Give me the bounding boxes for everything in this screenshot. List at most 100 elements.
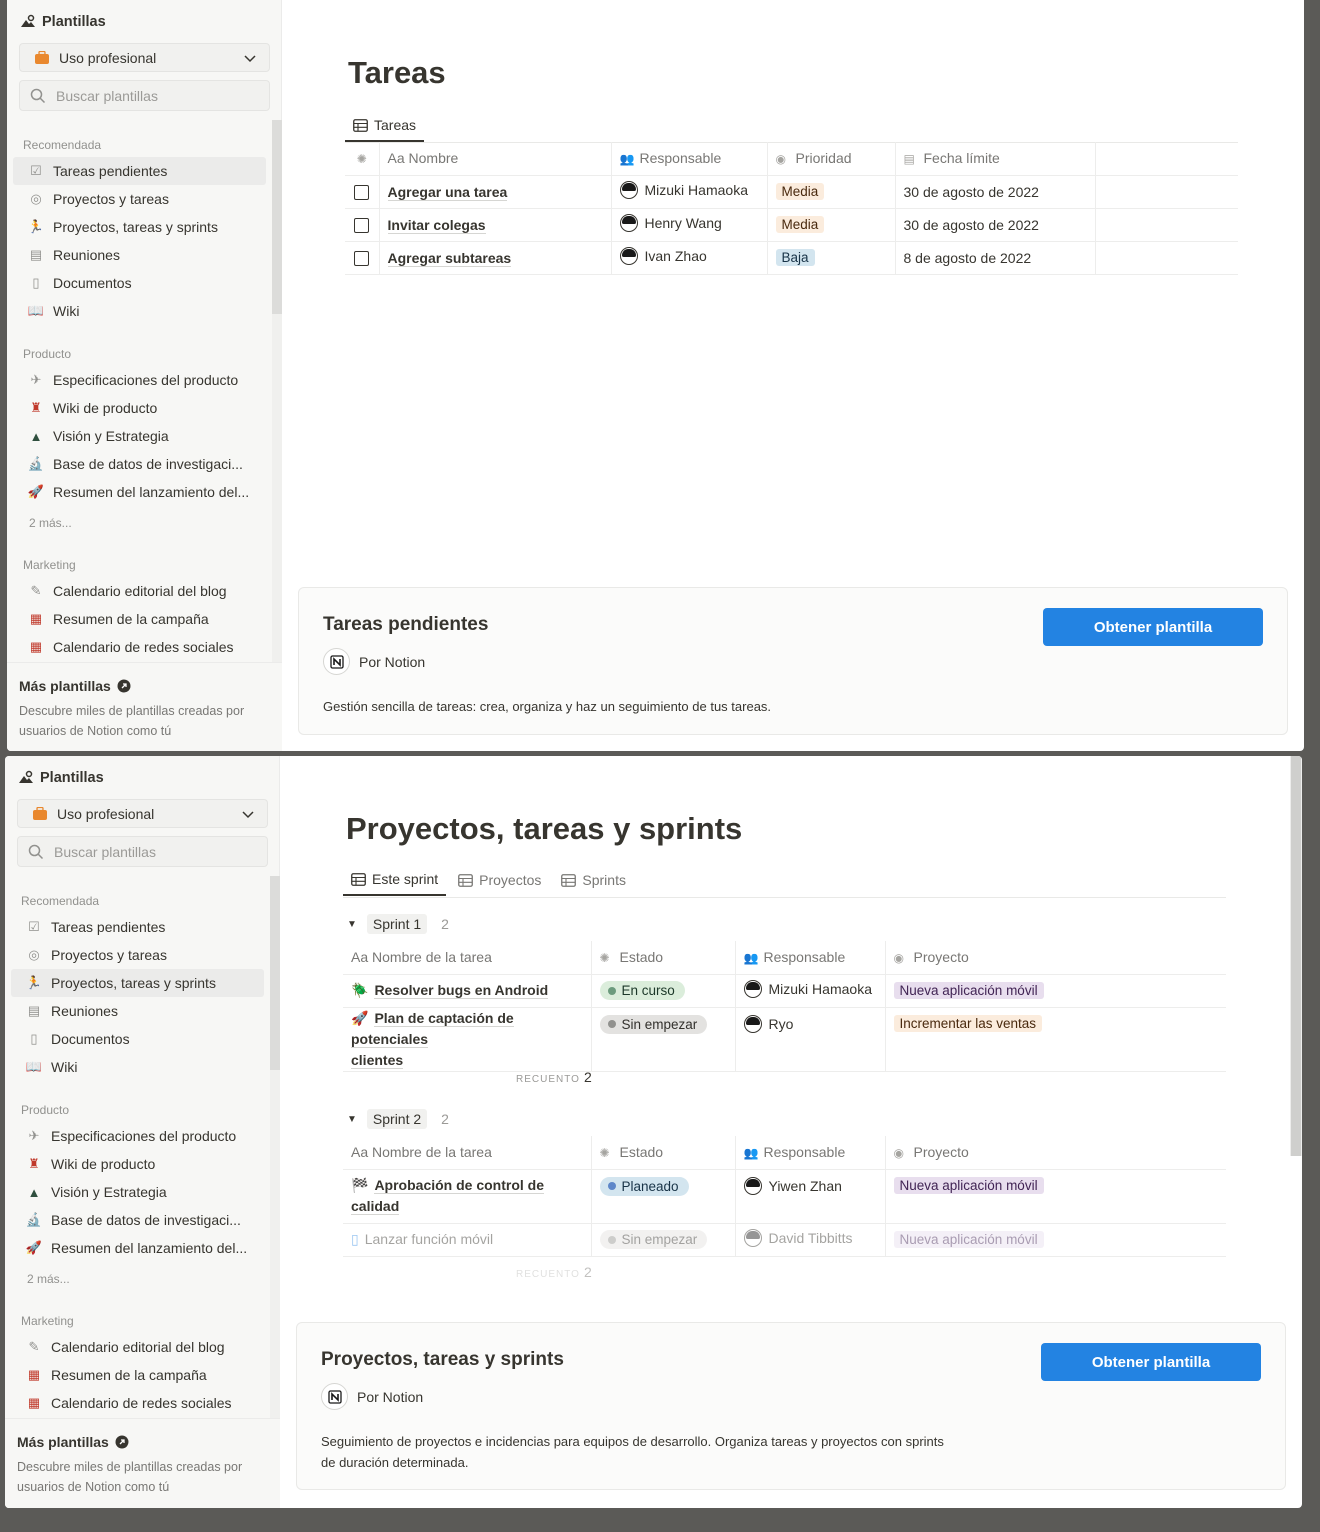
col-person-header[interactable]: 👥 Responsable [735, 941, 886, 975]
row-name[interactable]: 🏁 Aprobación de control de calidad [343, 1169, 592, 1224]
table-row[interactable]: 🚀 Plan de captación de potenciales cliente… [343, 1007, 1226, 1072]
table-row[interactable]: ▯ Lanzar función móvil Sin empezar David … [343, 1223, 1226, 1257]
row-status[interactable]: Sin empezar [591, 1223, 736, 1257]
search-input[interactable]: Buscar plantillas [19, 80, 270, 111]
row-project[interactable]: Nueva aplicación móvil [885, 974, 1226, 1008]
table-row[interactable]: 🏁 Aprobación de control de calidad Planead… [343, 1169, 1226, 1224]
row-person[interactable]: Henry Wang [611, 208, 768, 242]
task-name[interactable]: Resolver bugs en Android [374, 982, 549, 999]
search-input[interactable]: Buscar plantillas [17, 836, 268, 867]
row-project[interactable]: Incrementar las ventas [885, 1007, 1226, 1072]
task-name-cont[interactable]: clientes [351, 1051, 404, 1069]
row-name[interactable]: Invitar colegas [379, 208, 612, 242]
sidebar-item-redes[interactable]: ▦ Calendario de redes sociales [11, 1389, 264, 1417]
tab-este-sprint[interactable]: Este sprint [343, 864, 447, 896]
project-tag[interactable]: Nueva aplicación móvil [893, 982, 1044, 999]
sidebar-item-especificaciones[interactable]: ✈ Especificaciones del producto [13, 366, 266, 394]
col-status-header[interactable]: ✺ Estado [591, 1136, 736, 1170]
row-name[interactable]: 🚀 Plan de captación de potenciales cliente… [343, 1007, 592, 1072]
table-row[interactable]: 🪲 Resolver bugs en Android En curso Mizuk… [343, 974, 1226, 1008]
row-checkbox[interactable] [345, 241, 380, 275]
sidebar-item-sprints[interactable]: 🏃 Proyectos, tareas y sprints [13, 213, 266, 241]
row-name[interactable]: Agregar subtareas [379, 241, 612, 275]
row-project[interactable]: Nueva aplicación móvil [885, 1169, 1226, 1224]
sidebar-item-proyectos-tareas[interactable]: ◎ Proyectos y tareas [11, 941, 264, 969]
row-priority[interactable]: Media [767, 175, 896, 209]
row-name[interactable]: ▯ Lanzar función móvil [343, 1223, 592, 1257]
tab-tareas[interactable]: Tareas [345, 110, 425, 142]
col-person-header[interactable]: 👥 Responsable [611, 142, 768, 176]
project-tag[interactable]: Nueva aplicación móvil [893, 1176, 1044, 1194]
toggle-triangle-icon[interactable]: ▼ [347, 919, 357, 930]
task-name[interactable]: Agregar subtareas [387, 249, 512, 267]
row-status[interactable]: Planeado [591, 1169, 736, 1224]
table-row[interactable]: Invitar colegas Henry Wang Media 30 de a… [345, 208, 1238, 242]
sidebar-item-wiki-producto[interactable]: ♜ Wiki de producto [11, 1150, 264, 1178]
task-name[interactable]: Plan de captación de potenciales [351, 1009, 514, 1048]
col-project-header[interactable]: ◉ Proyecto [885, 941, 1226, 975]
get-template-button[interactable]: Obtener plantilla [1041, 1343, 1261, 1381]
row-person[interactable]: Mizuki Hamaoka [611, 175, 768, 209]
sidebar-item-reuniones[interactable]: ▤ Reuniones [11, 997, 264, 1025]
sidebar-item-lanzamiento[interactable]: 🚀 Resumen del lanzamiento del... [13, 478, 266, 506]
toggle-triangle-icon[interactable]: ▼ [347, 1114, 357, 1125]
sidebar-item-campana[interactable]: ▦ Resumen de la campaña [13, 605, 266, 633]
task-name[interactable]: Agregar una tarea [387, 183, 508, 201]
col-date-header[interactable]: ▤ Fecha límite [895, 142, 1096, 176]
col-name-header[interactable]: Aa Nombre de la tarea [343, 1136, 592, 1170]
checkbox[interactable] [354, 184, 370, 200]
use-case-select[interactable]: Uso profesional [19, 43, 270, 72]
table-row[interactable]: Agregar una tarea Mizuki Hamaoka Media 3… [345, 175, 1238, 209]
col-person-header[interactable]: 👥 Responsable [735, 1136, 886, 1170]
row-date[interactable]: 30 de agosto de 2022 [895, 175, 1096, 209]
sidebar-item-campana[interactable]: ▦ Resumen de la campaña [11, 1361, 264, 1389]
sidebar-item-blog[interactable]: ✎ Calendario editorial del blog [11, 1333, 264, 1361]
row-person[interactable]: Yiwen Zhan [735, 1169, 886, 1224]
checkbox[interactable] [354, 250, 370, 266]
row-person[interactable]: David Tibbitts [735, 1223, 886, 1257]
col-project-header[interactable]: ◉ Proyecto [885, 1136, 1226, 1170]
col-name-header[interactable]: Aa Nombre de la tarea [343, 941, 592, 975]
tab-sprints[interactable]: Sprints [553, 864, 634, 896]
table-row[interactable]: Agregar subtareas Ivan Zhao Baja 8 de ag… [345, 241, 1238, 275]
get-template-button[interactable]: Obtener plantilla [1043, 608, 1263, 646]
scrollbar-thumb[interactable] [270, 876, 280, 1070]
sidebar-item-redes[interactable]: ▦ Calendario de redes sociales [13, 633, 266, 661]
sidebar-item-documentos[interactable]: ▯ Documentos [11, 1025, 264, 1053]
more-templates[interactable]: Más plantillas Descubre miles de plantil… [7, 662, 282, 751]
more-link[interactable]: 2 más... [27, 1272, 70, 1286]
row-checkbox[interactable] [345, 175, 380, 209]
more-templates-title[interactable]: Más plantillas [19, 678, 131, 694]
sidebar-list[interactable]: Recomendada ☑ Tareas pendientes ◎ Proyecto… [5, 876, 280, 1418]
row-date[interactable]: 8 de agosto de 2022 [895, 241, 1096, 275]
sidebar-item-investigacion[interactable]: 🔬 Base de datos de investigaci... [11, 1206, 264, 1234]
scrollbar-thumb[interactable] [1291, 756, 1301, 1156]
checkbox[interactable] [354, 217, 370, 233]
row-name[interactable]: 🪲 Resolver bugs en Android [343, 974, 592, 1008]
sidebar-item-sprints[interactable]: 🏃 Proyectos, tareas y sprints [11, 969, 264, 997]
task-name-cont[interactable]: calidad [351, 1198, 400, 1215]
sidebar-item-vision[interactable]: ▲ Visión y Estrategia [11, 1178, 264, 1206]
sidebar-item-documentos[interactable]: ▯ Documentos [13, 269, 266, 297]
more-link[interactable]: 2 más... [29, 516, 72, 530]
row-person[interactable]: Ivan Zhao [611, 241, 768, 275]
row-status[interactable]: En curso [591, 974, 736, 1008]
sidebar-item-blog[interactable]: ✎ Calendario editorial del blog [13, 577, 266, 605]
sidebar-item-tareas-pendientes[interactable]: ☑ Tareas pendientes [13, 157, 266, 185]
row-person[interactable]: Mizuki Hamaoka [735, 974, 886, 1008]
sidebar-item-proyectos-tareas[interactable]: ◎ Proyectos y tareas [13, 185, 266, 213]
sidebar-item-wiki[interactable]: 📖 Wiki [13, 297, 266, 325]
project-tag[interactable]: Nueva aplicación móvil [893, 1231, 1044, 1248]
row-checkbox[interactable] [345, 208, 380, 242]
sidebar-item-especificaciones[interactable]: ✈ Especificaciones del producto [11, 1122, 264, 1150]
group-header-sprint-1[interactable]: ▼ Sprint 1 2 [347, 914, 449, 934]
use-case-select[interactable]: Uso profesional [17, 799, 268, 828]
sidebar-item-vision[interactable]: ▲ Visión y Estrategia [13, 422, 266, 450]
sidebar-item-wiki[interactable]: 📖 Wiki [11, 1053, 264, 1081]
sidebar-item-lanzamiento[interactable]: 🚀 Resumen del lanzamiento del... [11, 1234, 264, 1262]
sidebar-item-investigacion[interactable]: 🔬 Base de datos de investigaci... [13, 450, 266, 478]
sidebar-scrollbar[interactable] [272, 120, 282, 662]
task-name[interactable]: Invitar colegas [387, 216, 486, 234]
col-status-header[interactable]: ✺ Estado [591, 941, 736, 975]
row-name[interactable]: Agregar una tarea [379, 175, 612, 209]
